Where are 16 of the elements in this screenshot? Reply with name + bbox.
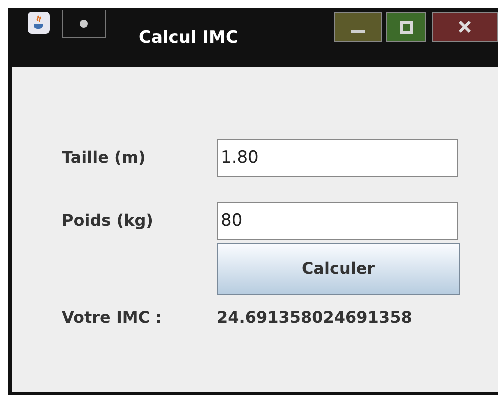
result-value: 24.691358024691358: [217, 307, 412, 329]
close-button[interactable]: [432, 12, 498, 42]
maximize-button[interactable]: [386, 12, 426, 42]
result-label: Votre IMC :: [62, 307, 164, 329]
minimize-icon: [351, 30, 365, 32]
maximize-icon: [400, 20, 412, 34]
calculate-button[interactable]: Calculer: [217, 243, 460, 295]
input-field[interactable]: 1.80: [217, 139, 458, 177]
minimize-button[interactable]: [334, 12, 382, 42]
field-label: Poids (kg): [62, 210, 154, 232]
close-icon: [458, 20, 472, 34]
cup-icon[interactable]: [28, 12, 50, 34]
input-field[interactable]: 80: [217, 202, 458, 240]
field-label: Taille (m): [62, 147, 147, 169]
window-title: Calcul IMC: [139, 27, 238, 50]
menu-button[interactable]: [62, 10, 106, 38]
